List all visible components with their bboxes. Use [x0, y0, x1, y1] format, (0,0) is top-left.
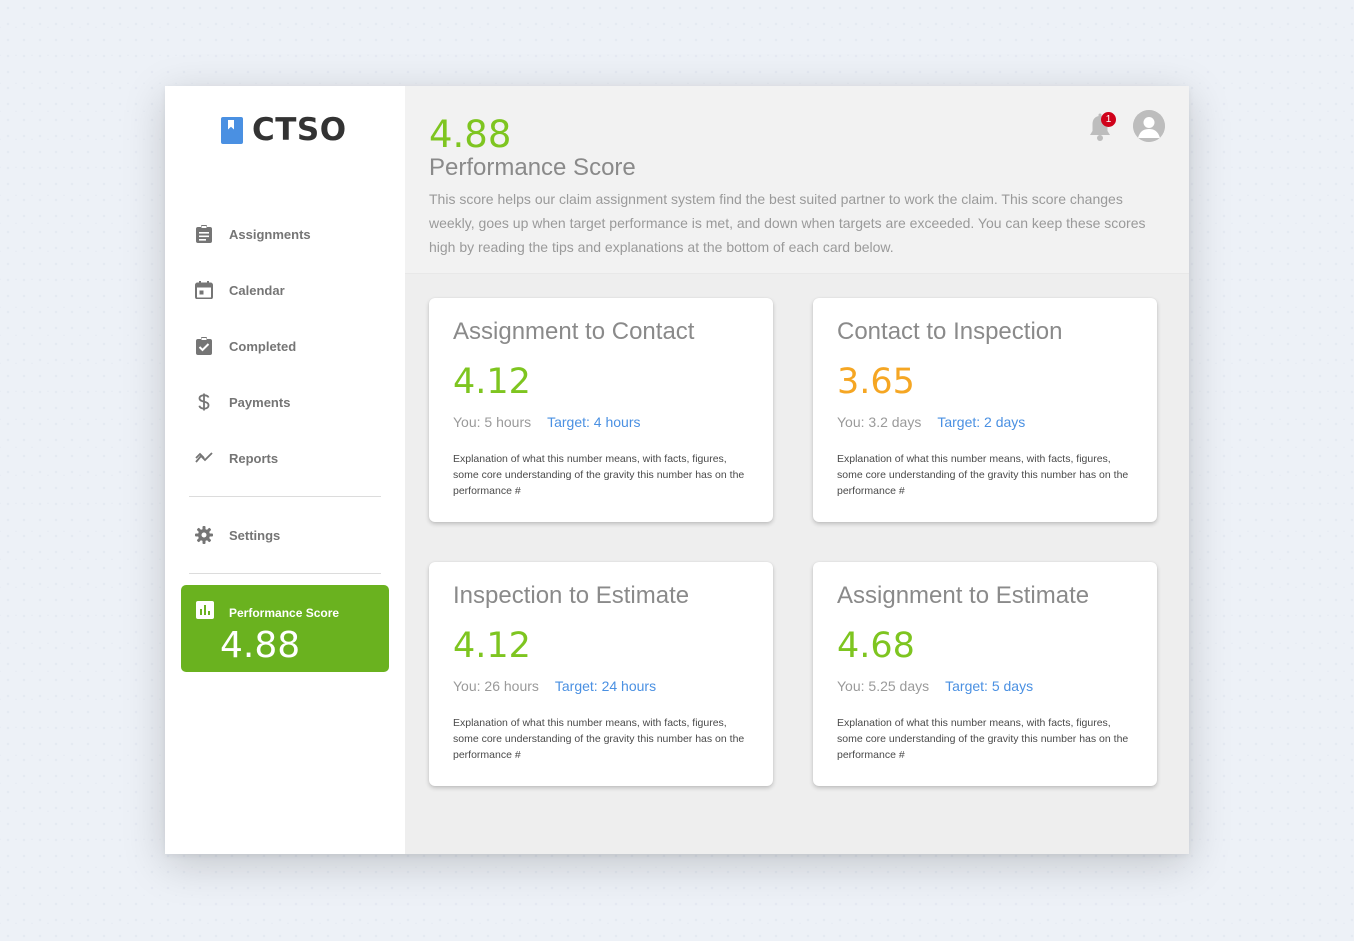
clipboard-check-icon	[195, 337, 213, 355]
page-title: Performance Score	[429, 154, 636, 181]
sidebar-item-label: Settings	[229, 527, 281, 543]
bookmark-icon	[221, 116, 243, 144]
card-explanation: Explanation of what this number means, w…	[453, 453, 745, 497]
card-score: 4.12	[453, 362, 531, 402]
card-target-value: Target: 24 hours	[554, 678, 657, 694]
clipboard-icon	[195, 225, 213, 243]
card-explanation: Explanation of what this number means, w…	[837, 453, 1129, 497]
sidebar-item-settings[interactable]: Settings	[165, 507, 405, 563]
card-title: Inspection to Estimate	[453, 582, 690, 609]
card-you-value: You: 3.2 days	[837, 414, 922, 430]
card-title: Contact to Inspection	[837, 318, 1063, 345]
card-title: Assignment to Contact	[453, 318, 695, 345]
performance-score-label: Performance Score	[229, 605, 340, 620]
overall-score: 4.88	[429, 113, 512, 156]
bar-chart-icon	[196, 601, 214, 624]
card-stats: You: 5.25 days Target: 5 days	[837, 678, 1033, 694]
sidebar-divider	[189, 496, 381, 497]
card-you-value: You: 26 hours	[453, 678, 539, 694]
metric-card-assignment-to-contact[interactable]: Assignment to Contact 4.12 You: 5 hours …	[429, 298, 773, 522]
sidebar-item-label: Completed	[229, 338, 297, 354]
calendar-icon	[195, 281, 213, 299]
card-target-value: Target: 2 days	[937, 414, 1026, 430]
brand-name: CTSO	[252, 112, 347, 148]
card-explanation: Explanation of what this number means, w…	[837, 717, 1129, 761]
page-header: 4.88 Performance Score This score helps …	[405, 86, 1189, 274]
card-stats: You: 26 hours Target: 24 hours	[453, 678, 656, 694]
dollar-icon	[195, 393, 213, 411]
main-content: 4.88 Performance Score This score helps …	[405, 86, 1189, 854]
gear-icon	[195, 526, 213, 544]
card-explanation: Explanation of what this number means, w…	[453, 717, 745, 761]
card-score: 3.65	[837, 362, 915, 402]
page-description: This score helps our claim assignment sy…	[429, 191, 1146, 255]
notification-badge: 1	[1101, 112, 1116, 127]
card-target-value: Target: 5 days	[945, 678, 1034, 694]
metric-card-inspection-to-estimate[interactable]: Inspection to Estimate 4.12 You: 26 hour…	[429, 562, 773, 786]
sidebar-item-calendar[interactable]: Calendar	[165, 262, 405, 318]
performance-score-value: 4.88	[220, 625, 301, 666]
sidebar: CTSO Assignments Calendar Completed Paym…	[165, 86, 405, 854]
sidebar-nav: Assignments Calendar Completed Payments …	[165, 206, 405, 574]
user-avatar[interactable]	[1133, 110, 1165, 142]
logo[interactable]: CTSO	[221, 112, 347, 148]
trending-icon	[195, 449, 213, 467]
sidebar-item-label: Reports	[229, 450, 279, 466]
sidebar-item-completed[interactable]: Completed	[165, 318, 405, 374]
sidebar-item-assignments[interactable]: Assignments	[165, 206, 405, 262]
notifications-button[interactable]: 1	[1087, 112, 1116, 143]
card-you-value: You: 5 hours	[453, 414, 532, 430]
card-stats: You: 3.2 days Target: 2 days	[837, 414, 1025, 430]
app-window: CTSO Assignments Calendar Completed Paym…	[165, 86, 1189, 854]
card-title: Assignment to Estimate	[837, 582, 1090, 609]
card-stats: You: 5 hours Target: 4 hours	[453, 414, 641, 430]
metric-card-assignment-to-estimate[interactable]: Assignment to Estimate 4.68 You: 5.25 da…	[813, 562, 1157, 786]
card-target-value: Target: 4 hours	[547, 414, 641, 430]
card-score: 4.68	[837, 626, 915, 666]
sidebar-item-payments[interactable]: Payments	[165, 374, 405, 430]
sidebar-item-label: Assignments	[229, 226, 311, 242]
sidebar-item-label: Calendar	[229, 282, 285, 298]
sidebar-divider	[189, 573, 381, 574]
sidebar-item-performance-score[interactable]: Performance Score 4.88	[181, 585, 389, 672]
metric-card-contact-to-inspection[interactable]: Contact to Inspection 3.65 You: 3.2 days…	[813, 298, 1157, 522]
user-avatar-icon	[1133, 110, 1165, 142]
sidebar-item-reports[interactable]: Reports	[165, 430, 405, 486]
card-you-value: You: 5.25 days	[837, 678, 930, 694]
card-score: 4.12	[453, 626, 531, 666]
sidebar-item-label: Payments	[229, 394, 291, 410]
